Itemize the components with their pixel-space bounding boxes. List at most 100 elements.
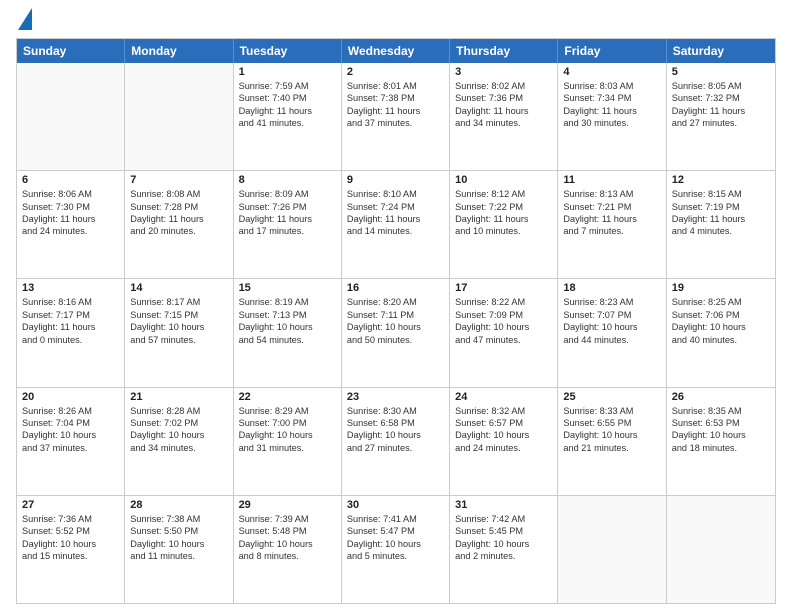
cell-info-line: and 10 minutes. [455,225,552,237]
cell-info-line: and 0 minutes. [22,334,119,346]
cell-info-line: Daylight: 11 hours [563,213,660,225]
cell-info-line: Daylight: 10 hours [347,429,444,441]
cell-info-line: Daylight: 10 hours [347,321,444,333]
day-number: 25 [563,391,660,403]
day-number: 17 [455,282,552,294]
cell-info-line: and 27 minutes. [672,117,770,129]
cell-info-line: Sunrise: 7:38 AM [130,513,227,525]
cell-info-line: Daylight: 10 hours [672,429,770,441]
cell-info-line: Sunrise: 8:25 AM [672,296,770,308]
day-number: 14 [130,282,227,294]
cell-info-line: Daylight: 10 hours [239,321,336,333]
cell-info-line: Sunset: 7:09 PM [455,309,552,321]
cell-info-line: Daylight: 10 hours [130,321,227,333]
cell-info-line: Daylight: 11 hours [672,213,770,225]
calendar-cell: 27Sunrise: 7:36 AMSunset: 5:52 PMDayligh… [17,496,125,603]
cell-info-line: Sunset: 7:07 PM [563,309,660,321]
calendar-cell: 25Sunrise: 8:33 AMSunset: 6:55 PMDayligh… [558,388,666,495]
day-number: 9 [347,174,444,186]
day-number: 7 [130,174,227,186]
cell-info-line: Sunset: 5:50 PM [130,525,227,537]
calendar-cell: 10Sunrise: 8:12 AMSunset: 7:22 PMDayligh… [450,171,558,278]
calendar-cell: 7Sunrise: 8:08 AMSunset: 7:28 PMDaylight… [125,171,233,278]
day-number: 30 [347,499,444,511]
day-number: 31 [455,499,552,511]
cell-info-line: Sunset: 7:22 PM [455,201,552,213]
day-number: 13 [22,282,119,294]
day-number: 24 [455,391,552,403]
calendar-cell [558,496,666,603]
cell-info-line: Daylight: 11 hours [22,213,119,225]
day-number: 29 [239,499,336,511]
cell-info-line: and 27 minutes. [347,442,444,454]
cell-info-line: Sunrise: 8:32 AM [455,405,552,417]
weekday-header-sunday: Sunday [17,39,125,63]
cell-info-line: Sunrise: 7:39 AM [239,513,336,525]
calendar-cell: 17Sunrise: 8:22 AMSunset: 7:09 PMDayligh… [450,279,558,386]
cell-info-line: Sunset: 7:21 PM [563,201,660,213]
cell-info-line: Sunrise: 8:33 AM [563,405,660,417]
calendar-cell: 28 Sunrise: 7:38 AMSunset: 5:50 PMDayligh… [125,496,233,603]
cell-info-line: and 31 minutes. [239,442,336,454]
cell-info-line: and 34 minutes. [130,442,227,454]
cell-info-line: Sunset: 7:00 PM [239,417,336,429]
cell-info-line: and 4 minutes. [672,225,770,237]
cell-info-line: Daylight: 10 hours [347,538,444,550]
day-number: 6 [22,174,119,186]
cell-info-line: Daylight: 11 hours [672,105,770,117]
day-number: 23 [347,391,444,403]
cell-info-line: Sunset: 7:34 PM [563,92,660,104]
cell-info-line: and 20 minutes. [130,225,227,237]
cell-info-line: Daylight: 10 hours [239,429,336,441]
cell-info-line: Sunrise: 8:28 AM [130,405,227,417]
cell-info-line: Daylight: 10 hours [239,538,336,550]
day-number: 11 [563,174,660,186]
cell-info-line: and 2 minutes. [455,550,552,562]
calendar-cell: 30Sunrise: 7:41 AMSunset: 5:47 PMDayligh… [342,496,450,603]
cell-info-line: Sunrise: 8:01 AM [347,80,444,92]
cell-info-line: Sunrise: 7:59 AM [239,80,336,92]
day-number: 28 [130,499,227,511]
day-number: 4 [563,66,660,78]
day-number: 18 [563,282,660,294]
calendar-cell: 22Sunrise: 8:29 AMSunset: 7:00 PMDayligh… [234,388,342,495]
cell-info-line: Sunrise: 8:19 AM [239,296,336,308]
cell-info-line: and 7 minutes. [563,225,660,237]
cell-info-line: Sunrise: 8:08 AM [130,188,227,200]
cell-info-line: and 24 minutes. [455,442,552,454]
cell-info-line: Daylight: 10 hours [130,429,227,441]
calendar-cell: 3Sunrise: 8:02 AMSunset: 7:36 PMDaylight… [450,63,558,170]
cell-info-line: Sunset: 5:48 PM [239,525,336,537]
cell-info-line: Sunset: 7:19 PM [672,201,770,213]
calendar-cell: 1Sunrise: 7:59 AMSunset: 7:40 PMDaylight… [234,63,342,170]
calendar-cell: 29 Sunrise: 7:39 AMSunset: 5:48 PMDayligh… [234,496,342,603]
cell-info-line: Sunset: 5:45 PM [455,525,552,537]
cell-info-line: and 40 minutes. [672,334,770,346]
calendar-header: SundayMondayTuesdayWednesdayThursdayFrid… [17,39,775,63]
cell-info-line: Sunrise: 8:06 AM [22,188,119,200]
day-number: 15 [239,282,336,294]
cell-info-line: Sunrise: 8:26 AM [22,405,119,417]
cell-info-line: and 47 minutes. [455,334,552,346]
cell-info-line: Sunrise: 8:12 AM [455,188,552,200]
calendar-row-2: 6Sunrise: 8:06 AMSunset: 7:30 PMDaylight… [17,170,775,278]
cell-info-line: Daylight: 10 hours [672,321,770,333]
cell-info-line: Sunset: 6:58 PM [347,417,444,429]
cell-info-line: Daylight: 10 hours [22,538,119,550]
day-number: 10 [455,174,552,186]
cell-info-line: Sunrise: 8:30 AM [347,405,444,417]
cell-info-line: and 24 minutes. [22,225,119,237]
calendar-row-1: 1Sunrise: 7:59 AMSunset: 7:40 PMDaylight… [17,63,775,170]
cell-info-line: and 15 minutes. [22,550,119,562]
cell-info-line: Daylight: 11 hours [239,213,336,225]
cell-info-line: Sunrise: 8:35 AM [672,405,770,417]
calendar-cell: 24Sunrise: 8:32 AMSunset: 6:57 PMDayligh… [450,388,558,495]
cell-info-line: Daylight: 10 hours [130,538,227,550]
calendar-cell: 5Sunrise: 8:05 AMSunset: 7:32 PMDaylight… [667,63,775,170]
day-number: 22 [239,391,336,403]
logo [16,12,32,30]
cell-info-line: Sunset: 7:06 PM [672,309,770,321]
calendar-cell: 13Sunrise: 8:16 AMSunset: 7:17 PMDayligh… [17,279,125,386]
cell-info-line: Sunrise: 8:05 AM [672,80,770,92]
calendar-cell: 21Sunrise: 8:28 AMSunset: 7:02 PMDayligh… [125,388,233,495]
